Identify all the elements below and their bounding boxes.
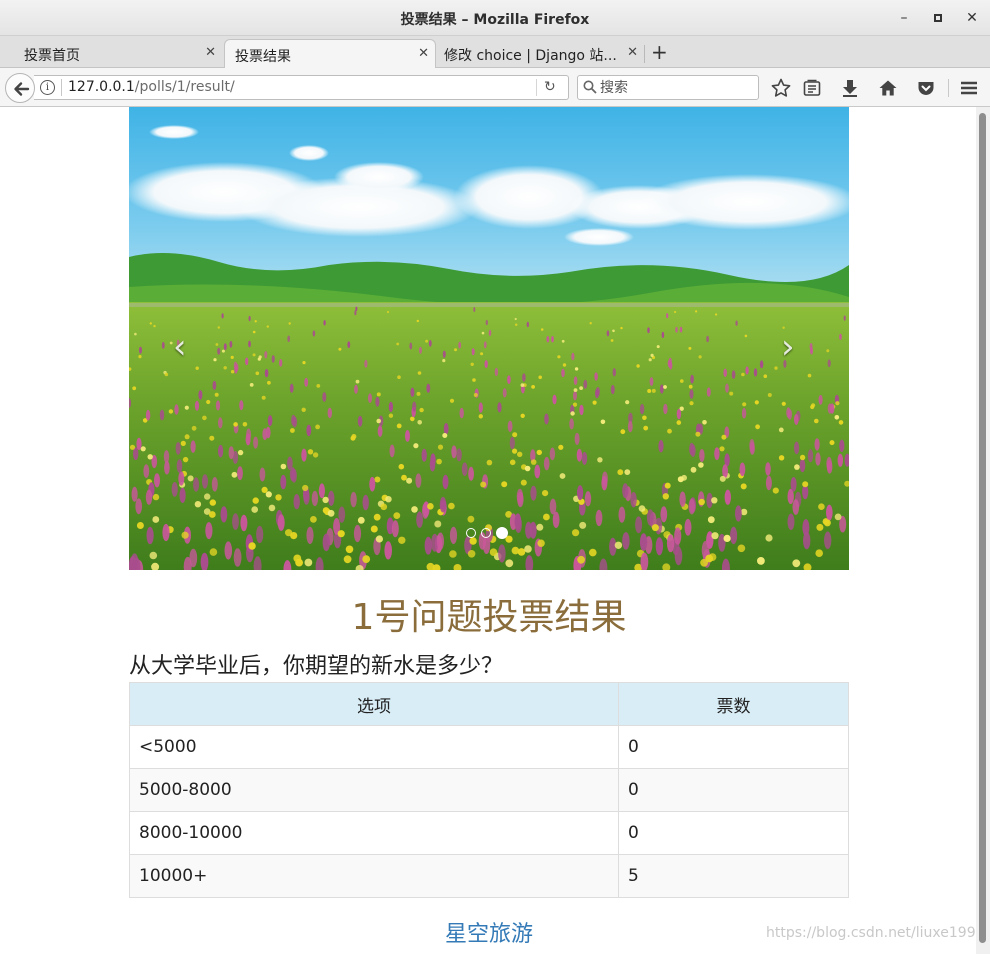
table-header-row: 选项 票数: [129, 682, 849, 726]
close-icon[interactable]: ✕: [205, 45, 216, 60]
close-icon[interactable]: ✕: [627, 45, 638, 60]
page-title: 1号问题投票结果: [351, 597, 627, 638]
page-viewport: ‹ › 1号问题投票结果 从大学毕业后，你期望的新水是多少？ 选项 票数 <50…: [0, 107, 976, 954]
choice-cell: 10000+: [129, 854, 619, 898]
tab-strip: 投票首页 ✕ 投票结果 ✕ 修改 choice | Django 站... ✕: [0, 36, 990, 68]
carousel-next-icon[interactable]: ›: [781, 327, 795, 367]
watermark-text: https://blog.csdn.net/liuxe1990: [766, 925, 976, 941]
tab-label: 投票结果: [235, 49, 291, 65]
close-icon[interactable]: ✕: [418, 46, 429, 61]
reading-list-icon[interactable]: [801, 77, 823, 99]
column-header-votes: 票数: [618, 682, 849, 726]
search-icon: [583, 80, 597, 94]
votes-cell: 0: [618, 725, 849, 769]
search-input[interactable]: [600, 78, 750, 97]
tab-divider: [644, 45, 645, 63]
url-divider: [61, 79, 62, 96]
carousel-indicators: [466, 522, 513, 541]
carousel-indicator-dot[interactable]: [496, 526, 508, 539]
table-row: <5000 0: [129, 725, 849, 769]
url-path: /polls/1/result/: [134, 79, 235, 95]
votes-cell: 0: [618, 768, 849, 812]
choice-cell: <5000: [129, 725, 619, 769]
table-row: 8000-10000 0: [129, 811, 849, 855]
content-container: ‹ › 1号问题投票结果 从大学毕业后，你期望的新水是多少？ 选项 票数 <50…: [129, 107, 849, 948]
choice-cell: 8000-10000: [129, 811, 619, 855]
votes-cell: 5: [618, 854, 849, 898]
back-arrow-icon: [14, 82, 30, 96]
column-header-choice: 选项: [129, 682, 619, 726]
footer-link[interactable]: 星空旅游: [129, 916, 849, 948]
table-row: 5000-8000 0: [129, 768, 849, 812]
back-button[interactable]: [5, 73, 35, 103]
vertical-scrollbar[interactable]: [976, 107, 990, 954]
tab-label: 投票首页: [24, 48, 80, 64]
close-window-button[interactable]: ✕: [962, 8, 982, 28]
results-table: 选项 票数 <5000 0 5000-8000 0 8000-10000 0 1…: [129, 682, 849, 898]
choice-cell: 5000-8000: [129, 768, 619, 812]
navigation-toolbar: i 127.0.0.1/polls/1/result/ ↻: [0, 68, 990, 107]
carousel-indicator-dot[interactable]: [481, 527, 491, 538]
votes-cell: 0: [618, 811, 849, 855]
tab-polls-result[interactable]: 投票结果 ✕: [224, 39, 436, 68]
home-icon[interactable]: [877, 77, 899, 99]
window-title: 投票结果 – Mozilla Firefox: [400, 12, 590, 28]
url-host: 127.0.0.1: [68, 79, 135, 95]
download-icon[interactable]: [839, 77, 861, 99]
pocket-icon[interactable]: [915, 77, 937, 99]
image-carousel[interactable]: ‹ ›: [129, 107, 849, 570]
reload-icon[interactable]: ↻: [544, 79, 556, 95]
tab-polls-index[interactable]: 投票首页 ✕: [2, 39, 222, 68]
bookmark-star-icon[interactable]: [770, 77, 792, 99]
new-tab-button[interactable]: +: [651, 40, 668, 64]
minimize-button[interactable]: –: [894, 8, 914, 28]
carousel-prev-icon[interactable]: ‹: [173, 327, 187, 367]
url-text[interactable]: 127.0.0.1/polls/1/result/: [68, 79, 235, 95]
tab-django-admin[interactable]: 修改 choice | Django 站... ✕: [436, 39, 644, 68]
menu-icon[interactable]: [958, 77, 980, 99]
url-bar[interactable]: i 127.0.0.1/polls/1/result/ ↻: [34, 75, 569, 100]
maximize-button[interactable]: [928, 8, 948, 28]
search-bar[interactable]: [577, 75, 759, 100]
toolbar-divider: [948, 79, 949, 97]
carousel-indicator-dot[interactable]: [466, 527, 476, 538]
tab-label: 修改 choice | Django 站...: [444, 48, 617, 64]
table-row: 10000+ 5: [129, 854, 849, 898]
scrollbar-thumb[interactable]: [979, 113, 986, 943]
meadow-landscape-image: [129, 107, 849, 570]
info-icon[interactable]: i: [40, 80, 55, 95]
window-titlebar: 投票结果 – Mozilla Firefox – ✕: [0, 0, 990, 36]
question-text: 从大学毕业后，你期望的新水是多少？: [129, 654, 504, 679]
url-divider: [536, 79, 537, 96]
